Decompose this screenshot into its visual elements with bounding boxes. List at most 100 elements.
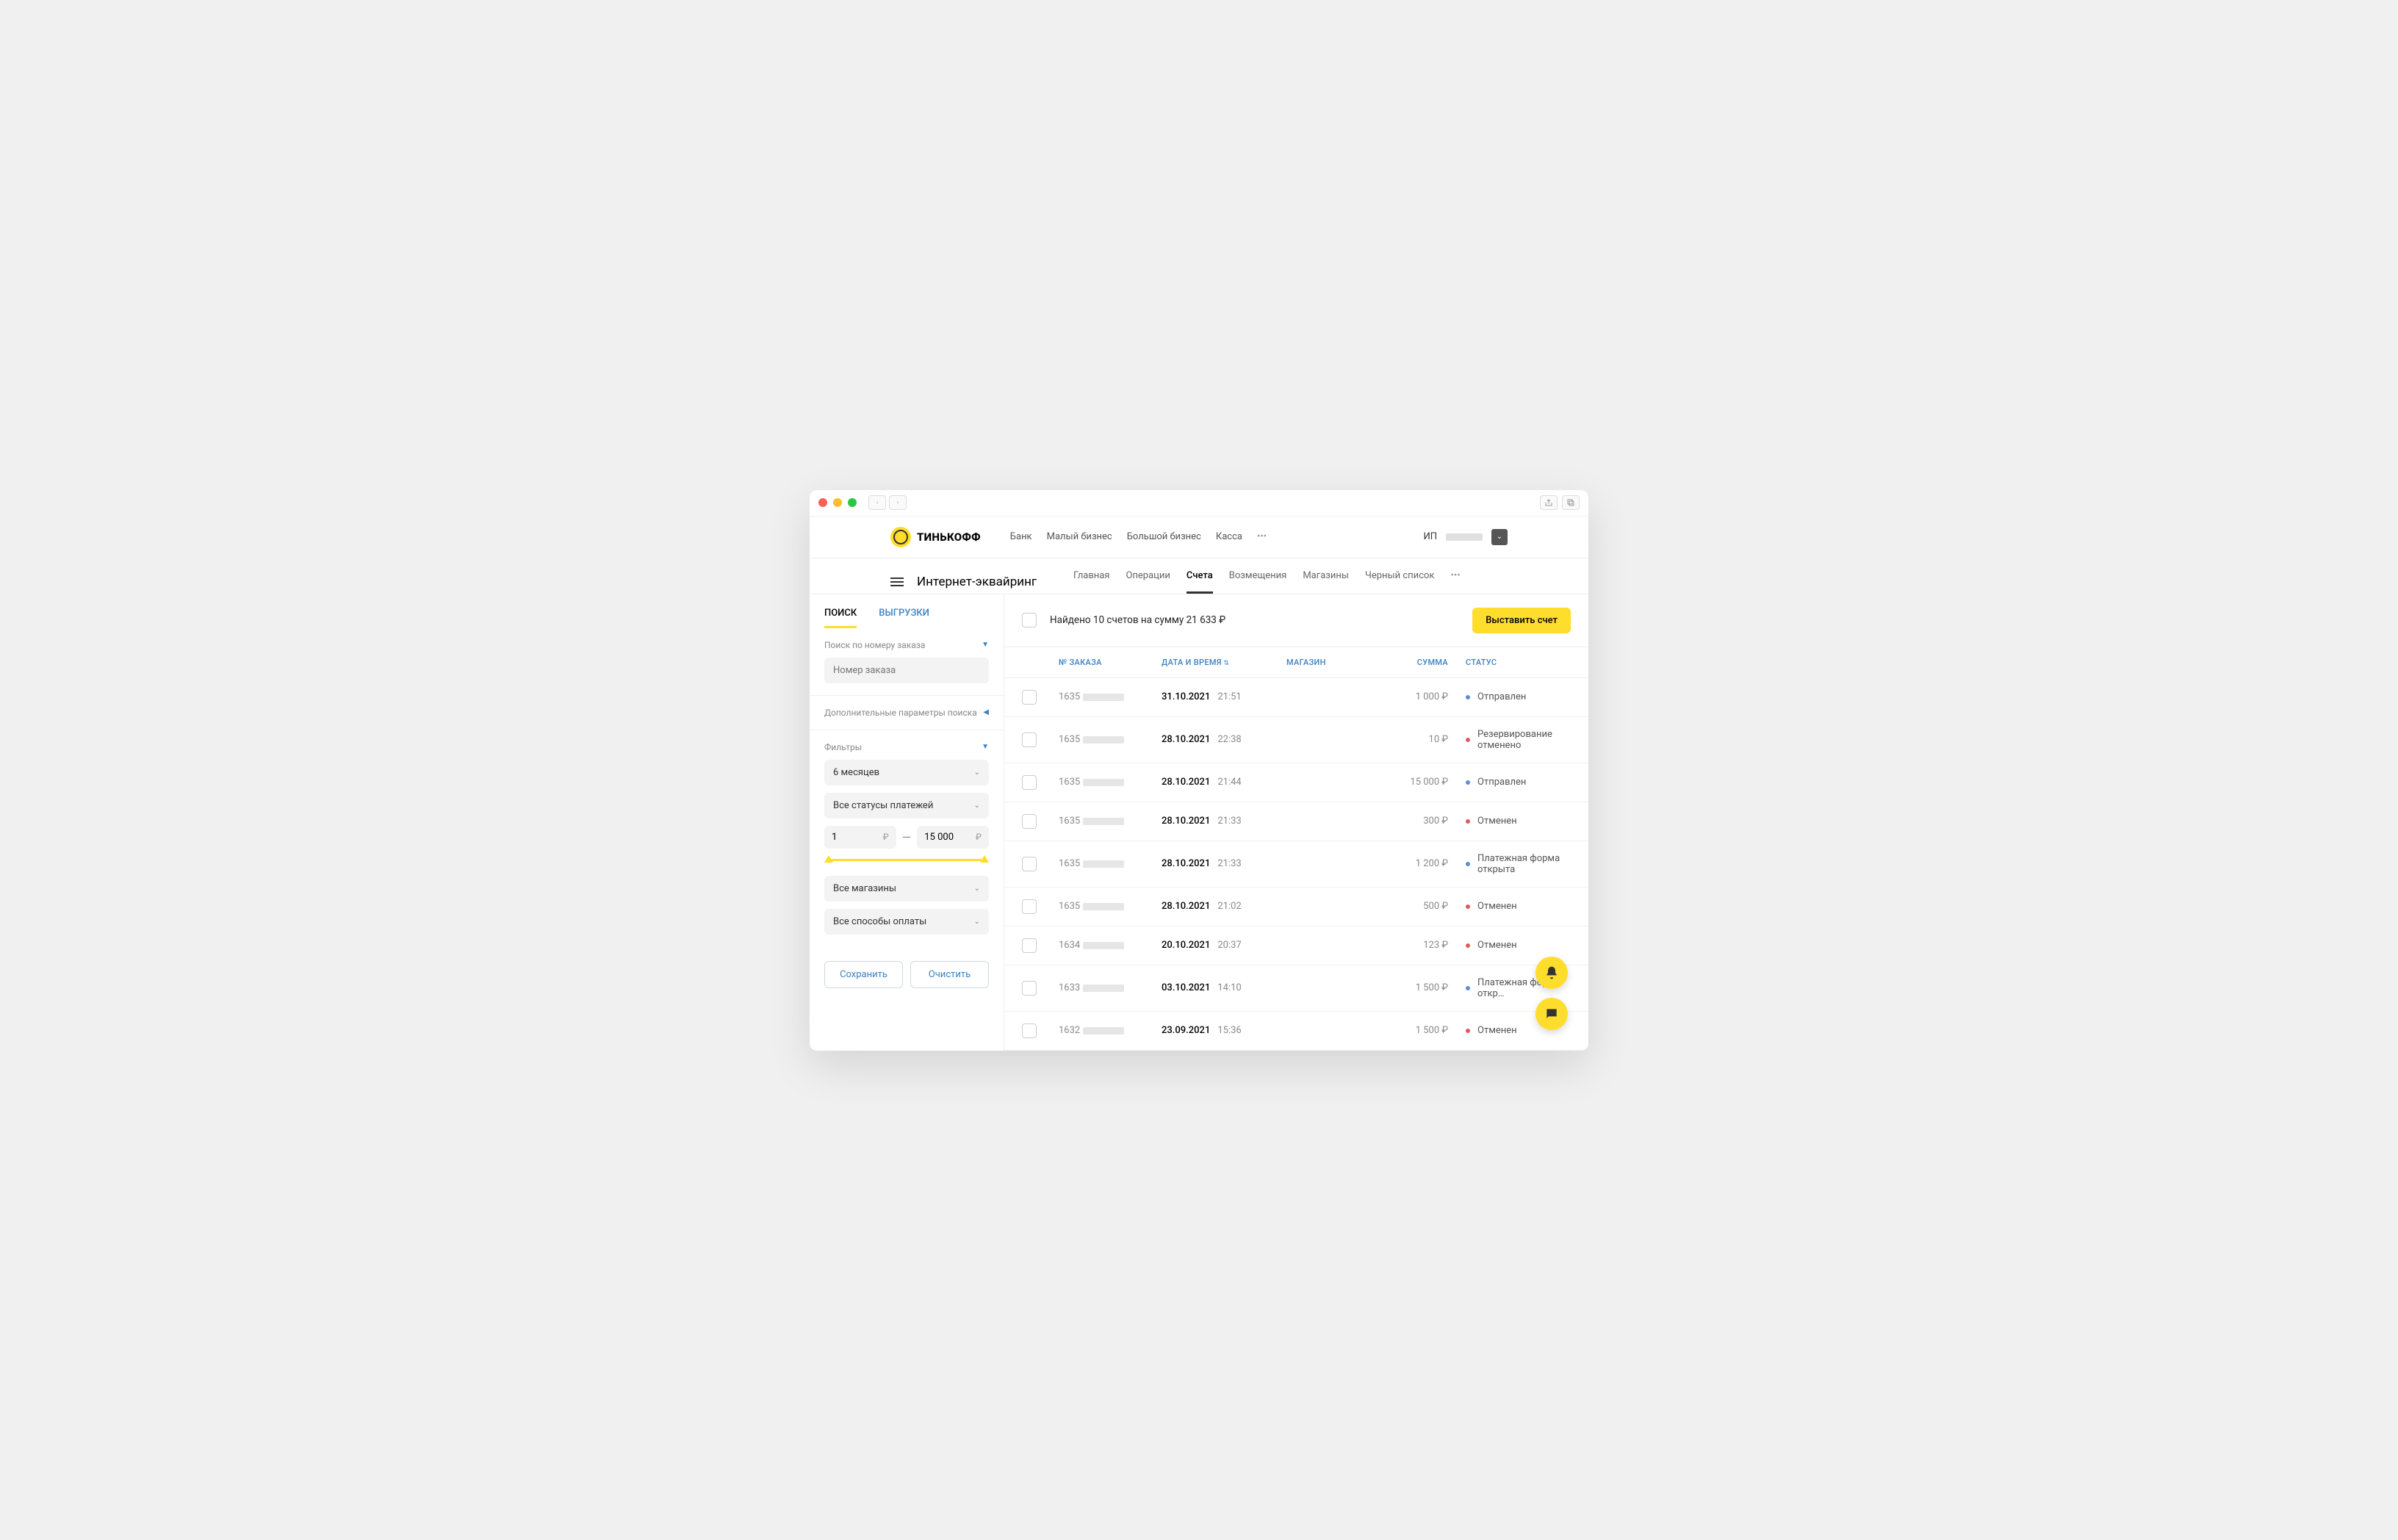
tab-blacklist[interactable]: Черный список — [1365, 570, 1434, 594]
order-number-input[interactable] — [824, 658, 989, 683]
user-dropdown-icon[interactable]: ⌄ — [1491, 529, 1508, 545]
status-cell: Платежная форма открыта — [1448, 853, 1571, 875]
order-redacted — [1083, 1027, 1124, 1035]
table-header: № ЗАКАЗА ДАТА И ВРЕМЯ МАГАЗИН СУММА СТАТ… — [1004, 647, 1588, 678]
tab-operations[interactable]: Операции — [1126, 570, 1170, 594]
nav-small-business[interactable]: Малый бизнес — [1047, 531, 1112, 542]
order-cell: 1635 — [1059, 858, 1162, 869]
results-summary: Найдено 10 счетов на сумму 21 633 ₽ — [1050, 614, 1225, 626]
slider-handle-right[interactable] — [980, 855, 989, 863]
range-to-input[interactable]: 15 000₽ — [917, 826, 989, 849]
sidebar-tab-exports[interactable]: ВЫГРУЗКИ — [879, 608, 929, 628]
order-cell: 1635 — [1059, 901, 1162, 912]
logo[interactable]: ТИНЬКОФФ — [890, 527, 981, 547]
row-checkbox[interactable] — [1022, 814, 1037, 829]
row-checkbox[interactable] — [1022, 938, 1037, 953]
logo-text: ТИНЬКОФФ — [917, 530, 981, 544]
payment-method-select[interactable]: Все способы оплаты⌄ — [824, 909, 989, 935]
datetime-cell: 28.10.202121:02 — [1162, 901, 1286, 912]
table-row[interactable]: 1635 28.10.202121:33 300 ₽ Отменен — [1004, 802, 1588, 841]
tab-more-icon[interactable]: ••• — [1450, 570, 1460, 594]
sum-cell: 500 ₽ — [1375, 901, 1448, 912]
menu-icon[interactable] — [890, 578, 904, 586]
save-button[interactable]: Сохранить — [824, 961, 903, 988]
nav-kassa[interactable]: Касса — [1216, 531, 1242, 542]
select-all-checkbox[interactable] — [1022, 613, 1037, 627]
row-checkbox[interactable] — [1022, 690, 1037, 705]
nav-big-business[interactable]: Большой бизнес — [1127, 531, 1201, 542]
table-row[interactable]: 1635 28.10.202121:33 1 200 ₽ Платежная ф… — [1004, 841, 1588, 888]
shops-select[interactable]: Все магазины⌄ — [824, 876, 989, 902]
nav-more-icon[interactable]: ••• — [1257, 531, 1267, 542]
create-invoice-button[interactable]: Выставить счет — [1472, 608, 1571, 633]
col-order[interactable]: № ЗАКАЗА — [1059, 658, 1162, 667]
tab-refunds[interactable]: Возмещения — [1229, 570, 1287, 594]
floating-actions — [1535, 957, 1568, 1030]
notifications-button[interactable] — [1535, 957, 1568, 989]
global-header: ТИНЬКОФФ Банк Малый бизнес Большой бизне… — [810, 517, 1588, 558]
tabs-button[interactable] — [1562, 495, 1580, 510]
page-title: Интернет-эквайринг — [917, 575, 1037, 589]
back-button[interactable]: ‹ — [868, 495, 886, 510]
user-menu[interactable]: ИП ⌄ — [1423, 529, 1508, 545]
tab-shops[interactable]: Магазины — [1303, 570, 1349, 594]
status-dot-icon — [1466, 738, 1470, 742]
status-cell: Резервирование отменено — [1448, 729, 1571, 751]
clear-button[interactable]: Очистить — [910, 961, 989, 988]
col-sum[interactable]: СУММА — [1375, 658, 1448, 667]
chevron-down-icon: ▼ — [982, 641, 989, 649]
range-from-input[interactable]: 1₽ — [824, 826, 896, 849]
chevron-down-icon: ⌄ — [974, 885, 980, 893]
chat-button[interactable] — [1535, 998, 1568, 1030]
row-checkbox[interactable] — [1022, 1023, 1037, 1038]
status-cell: Отменен — [1448, 901, 1571, 912]
period-select[interactable]: 6 месяцев⌄ — [824, 760, 989, 785]
col-shop[interactable]: МАГАЗИН — [1286, 658, 1375, 667]
datetime-cell: 28.10.202122:38 — [1162, 734, 1286, 745]
order-redacted — [1083, 903, 1124, 910]
row-checkbox[interactable] — [1022, 857, 1037, 871]
chevron-down-icon: ⌄ — [974, 802, 980, 810]
range-slider[interactable] — [827, 859, 986, 861]
table-row[interactable]: 1635 28.10.202121:02 500 ₽ Отменен — [1004, 888, 1588, 926]
forward-button[interactable]: › — [889, 495, 907, 510]
extra-params-section[interactable]: Дополнительные параметры поиска ◀ — [810, 696, 1004, 730]
datetime-cell: 31.10.202121:51 — [1162, 691, 1286, 702]
datetime-cell: 23.09.202115:36 — [1162, 1025, 1286, 1036]
sub-nav: Главная Операции Счета Возмещения Магази… — [1073, 570, 1461, 594]
nav-bank[interactable]: Банк — [1010, 531, 1032, 542]
datetime-cell: 28.10.202121:44 — [1162, 777, 1286, 788]
table-row[interactable]: 1635 31.10.202121:51 1 000 ₽ Отправлен — [1004, 678, 1588, 717]
filters-toggle[interactable]: Фильтры ▼ — [824, 742, 989, 752]
sum-cell: 15 000 ₽ — [1375, 777, 1448, 788]
table-row[interactable]: 1634 20.10.202120:37 123 ₽ Отменен — [1004, 926, 1588, 965]
slider-handle-left[interactable] — [824, 855, 833, 863]
user-name-redacted — [1446, 533, 1483, 541]
datetime-cell: 20.10.202120:37 — [1162, 940, 1286, 951]
table-row[interactable]: 1632 23.09.202115:36 1 500 ₽ Отменен — [1004, 1012, 1588, 1051]
search-by-label[interactable]: Поиск по номеру заказа ▼ — [824, 640, 989, 650]
status-cell: Отправлен — [1448, 777, 1571, 788]
table-row[interactable]: 1633 03.10.202114:10 1 500 ₽ Платежная ф… — [1004, 965, 1588, 1012]
maximize-window-button[interactable] — [848, 498, 857, 507]
status-select[interactable]: Все статусы платежей⌄ — [824, 793, 989, 818]
row-checkbox[interactable] — [1022, 899, 1037, 914]
close-window-button[interactable] — [818, 498, 827, 507]
sum-cell: 1 500 ₽ — [1375, 982, 1448, 993]
row-checkbox[interactable] — [1022, 775, 1037, 790]
chevron-down-icon: ⌄ — [974, 918, 980, 926]
tab-main[interactable]: Главная — [1073, 570, 1109, 594]
table-row[interactable]: 1635 28.10.202121:44 15 000 ₽ Отправлен — [1004, 763, 1588, 802]
share-button[interactable] — [1540, 495, 1558, 510]
sum-cell: 123 ₽ — [1375, 940, 1448, 951]
tab-invoices[interactable]: Счета — [1187, 570, 1213, 594]
minimize-window-button[interactable] — [833, 498, 842, 507]
nav-arrows: ‹ › — [868, 495, 907, 510]
col-status[interactable]: СТАТУС — [1448, 658, 1571, 667]
sidebar-tab-search[interactable]: ПОИСК — [824, 608, 857, 628]
table-row[interactable]: 1635 28.10.202122:38 10 ₽ Резервирование… — [1004, 717, 1588, 763]
row-checkbox[interactable] — [1022, 981, 1037, 996]
col-datetime[interactable]: ДАТА И ВРЕМЯ — [1162, 658, 1286, 667]
row-checkbox[interactable] — [1022, 733, 1037, 747]
user-prefix: ИП — [1423, 531, 1437, 542]
